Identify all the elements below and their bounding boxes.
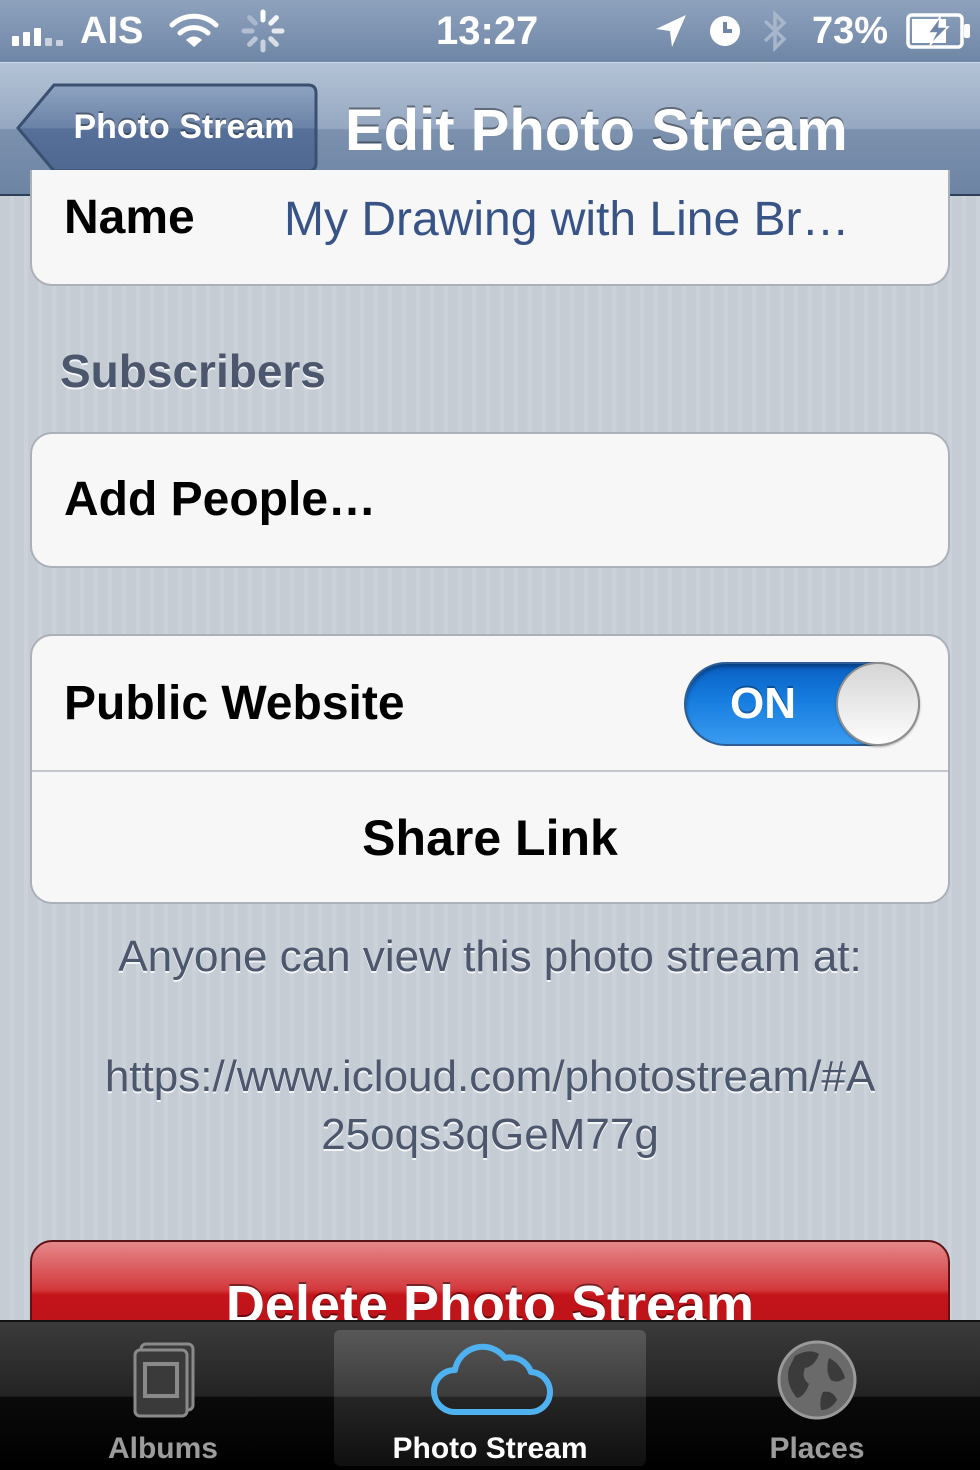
carrier-name: AIS [80, 9, 144, 52]
subscribers-header: Subscribers [60, 345, 326, 397]
name-label: Name [64, 191, 195, 244]
toggle-on-text: ON [730, 679, 796, 728]
tab-label: Albums [107, 1432, 218, 1465]
public-website-label: Public Website [64, 677, 405, 730]
tab-bar: Albums Photo Stream Places [0, 1320, 980, 1470]
name-value[interactable]: My Drawing with Line Br… [284, 192, 850, 247]
public-url-line-1: https://www.icloud.com/photostream/#A [104, 1052, 876, 1101]
status-bar: AIS 13:27 73% [0, 0, 980, 62]
battery-percent: 73% [812, 9, 889, 52]
add-people-button[interactable]: Add People… [30, 432, 950, 568]
tab-label: Places [769, 1432, 865, 1465]
albums-icon [123, 1338, 203, 1427]
add-people-label: Add People… [64, 473, 377, 526]
bluetooth-icon [760, 0, 790, 62]
battery-charging-icon [906, 0, 972, 62]
name-row[interactable]: Name My Drawing with Line Br… [30, 170, 950, 286]
globe-icon [775, 1338, 859, 1427]
public-url-line-2: 25oqs3qGeM77g [321, 1110, 659, 1159]
public-url[interactable]: https://www.icloud.com/photostream/#A 25… [0, 1048, 980, 1164]
wifi-icon [168, 0, 220, 62]
location-icon [652, 0, 688, 62]
public-website-group: Public Website ON Share Link [30, 634, 950, 904]
public-url-description: Anyone can view this photo stream at: [118, 932, 862, 981]
tab-albums[interactable]: Albums [0, 1322, 326, 1470]
public-website-toggle[interactable]: ON [684, 662, 920, 746]
activity-spinner-icon [240, 0, 286, 62]
cloud-icon [425, 1338, 555, 1423]
status-time: 13:27 [436, 8, 539, 53]
back-button-label: Photo Stream [73, 107, 295, 146]
back-button[interactable]: Photo Stream [16, 83, 318, 175]
tab-photo-stream[interactable]: Photo Stream [334, 1322, 646, 1470]
tab-label: Photo Stream [392, 1432, 588, 1465]
signal-icon [12, 0, 63, 62]
share-link-button[interactable]: Share Link [32, 772, 948, 902]
tab-places[interactable]: Places [654, 1322, 980, 1470]
alarm-icon [708, 0, 742, 62]
toggle-knob[interactable] [836, 662, 920, 746]
